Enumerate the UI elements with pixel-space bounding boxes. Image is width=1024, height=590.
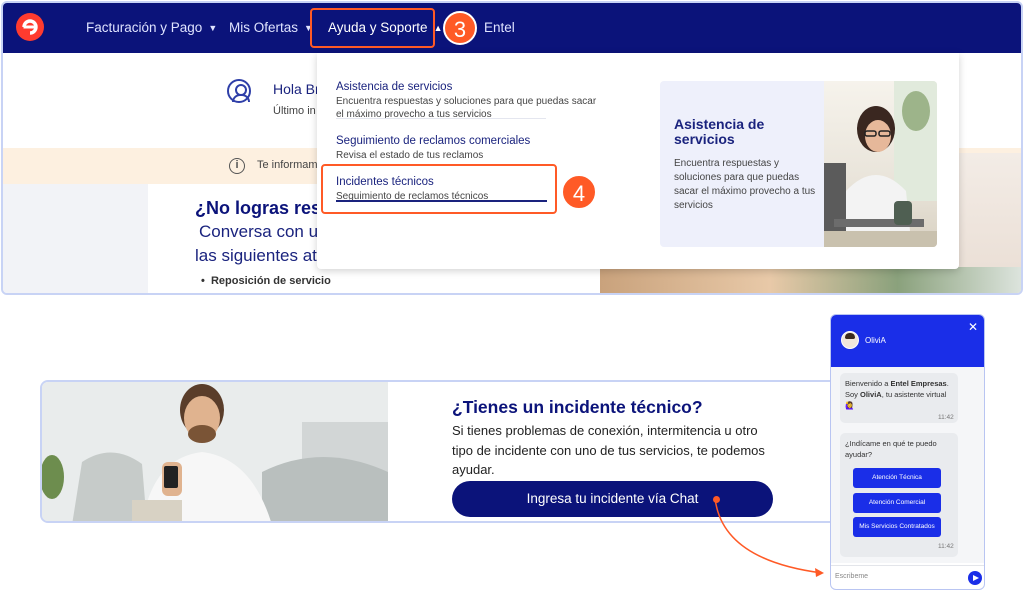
promo-photo (824, 81, 937, 247)
background-photo (600, 267, 1021, 293)
greeting-hello: Hola Br (273, 81, 320, 97)
menu-divider (336, 118, 546, 119)
options-question: ¿Indícame en qué te puedo ayudar? (845, 439, 937, 459)
assistant-name: OliviA (865, 336, 886, 345)
nav-entel[interactable]: Entel (484, 20, 515, 35)
nav-entel-label: Entel (484, 20, 515, 35)
active-underline (336, 200, 547, 202)
assistant-avatar (841, 331, 859, 349)
banner-photo (42, 382, 388, 521)
menu-item-seguimiento[interactable]: Seguimiento de reclamos comerciales (336, 135, 530, 147)
chevron-up-icon: ▲ (433, 23, 443, 33)
bullet-item-label: Reposición de servicio (210, 275, 331, 287)
top-navbar: Facturación y Pago ▼ Mis Ofertas ▼ Ayuda y… (3, 3, 1021, 53)
chat-input-bar[interactable]: Escribeme (831, 565, 984, 589)
message-time: 11:42 (938, 543, 954, 550)
welcome-assistant-name: OliviA (860, 390, 882, 399)
portal-screenshot: Facturación y Pago ▼ Mis Ofertas ▼ Ayuda y… (1, 1, 1023, 295)
promo-title: Asistencia de servicios (674, 116, 765, 147)
banner-title: ¿Tienes un incidente técnico? (452, 397, 703, 417)
option-atencion-tecnica[interactable]: Atención Técnica (853, 468, 941, 488)
menu-item-seguimiento-desc: Revisa el estado de tus reclamos (336, 150, 484, 161)
menu-item-asistencia[interactable]: Asistencia de servicios (336, 81, 452, 93)
nav-facturacion-label: Facturación y Pago (86, 20, 203, 35)
incidente-banner: ¿Tienes un incidente técnico? Si tienes … (40, 380, 878, 523)
send-icon[interactable] (968, 571, 982, 585)
step-badge-3: 3 (443, 11, 477, 45)
highlight-box-incidentes (321, 164, 557, 214)
bullet-item: • Reposición de servicio (201, 275, 331, 287)
nav-mis-ofertas-label: Mis Ofertas (229, 20, 299, 35)
page-subheading-line1: Conversa con ur (199, 222, 324, 241)
chat-incident-button-label: Ingresa tu incidente vía Chat (526, 491, 699, 506)
info-icon: i (229, 158, 245, 174)
nav-ayuda-soporte[interactable]: Ayuda y Soporte ▲ (328, 20, 443, 35)
option-atencion-comercial[interactable]: Atención Comercial (853, 493, 941, 513)
close-icon[interactable]: ✕ (968, 320, 978, 334)
promo-card[interactable]: Asistencia de servicios Encuentra respue… (660, 81, 937, 247)
message-time: 11:42 (938, 414, 954, 421)
entel-logo[interactable] (15, 12, 45, 42)
nav-facturacion[interactable]: Facturación y Pago ▼ (86, 20, 217, 35)
chevron-down-icon: ▼ (208, 23, 218, 33)
ayuda-dropdown-menu: Asistencia de servicios Encuentra respue… (317, 53, 959, 269)
welcome-brand: Entel Empresas (890, 379, 947, 388)
promo-text: Encuentra respuestas y soluciones para q… (674, 158, 816, 211)
option-servicios-contratados[interactable]: Mis Servicios Contratados (853, 517, 941, 537)
info-text: Te informam (257, 159, 318, 171)
welcome-text-1: Bienvenido a (845, 379, 891, 388)
click-marker-dot (713, 496, 720, 503)
banner-text: Si tienes problemas de conexión, intermi… (452, 423, 765, 477)
man-phone-illustration (42, 382, 388, 521)
woman-laptop-illustration (824, 81, 937, 247)
chat-input-placeholder: Escribeme (835, 573, 869, 580)
page-heading: ¿No logras resol (195, 198, 338, 218)
chat-header: OliviA ✕ (831, 315, 984, 367)
page-subheading-line2: las siguientes at (195, 246, 317, 265)
chat-incident-button[interactable]: Ingresa tu incidente vía Chat (452, 481, 773, 517)
chat-widget: OliviA ✕ Bienvenido a Entel Empresas. So… (830, 314, 985, 590)
nav-ayuda-soporte-label: Ayuda y Soporte (328, 20, 428, 35)
user-icon (227, 79, 251, 103)
step-badge-4: 4 (561, 174, 597, 210)
greeting-last-access: Último in (273, 105, 316, 117)
chat-body: Bienvenido a Entel Empresas. Soy OliviA,… (831, 367, 984, 563)
nav-mis-ofertas[interactable]: Mis Ofertas ▼ (229, 20, 313, 35)
menu-item-incidentes[interactable]: Incidentes técnicos (336, 176, 434, 188)
